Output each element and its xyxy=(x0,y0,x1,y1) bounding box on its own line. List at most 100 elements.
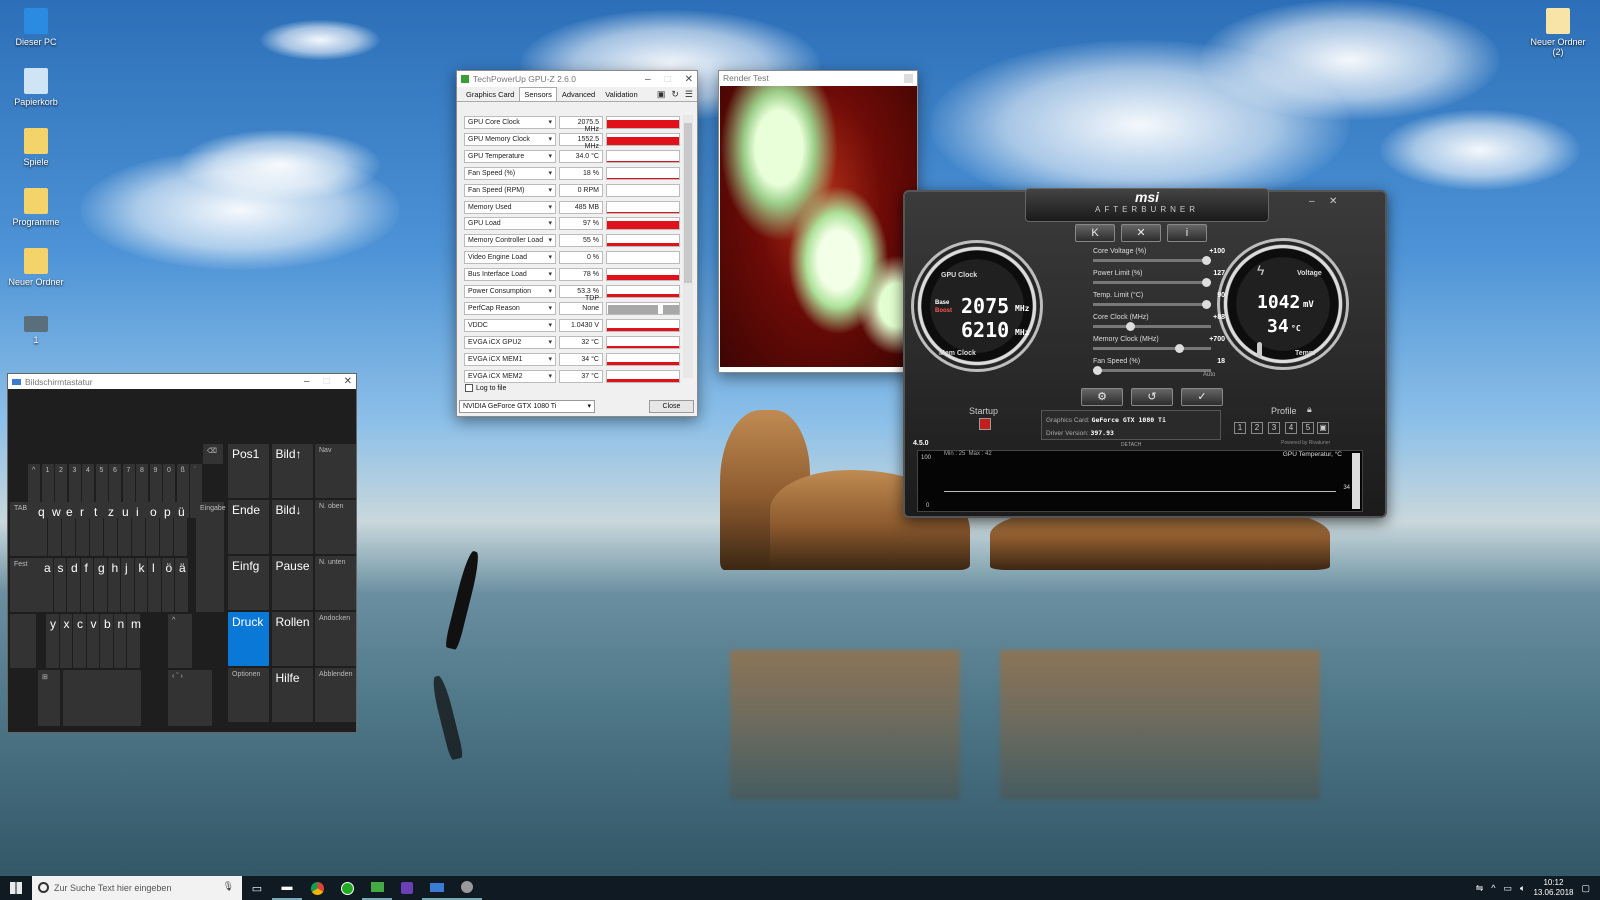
close-button[interactable]: Close xyxy=(649,400,694,413)
clock[interactable]: 10:12 13.06.2018 xyxy=(1533,878,1573,898)
notifications-icon[interactable]: ▢ xyxy=(1581,883,1590,894)
key-letter[interactable]: u xyxy=(118,502,131,556)
startup-button[interactable] xyxy=(979,418,991,430)
app-icon[interactable] xyxy=(392,876,422,900)
xbox-icon[interactable] xyxy=(332,876,362,900)
profile-button[interactable]: 3 xyxy=(1268,422,1280,434)
profile-button[interactable]: 4 xyxy=(1285,422,1297,434)
lock-icon[interactable]: 🔒︎ xyxy=(1307,404,1312,415)
key-letter[interactable]: ä xyxy=(175,558,188,612)
afterburner-taskbar-icon[interactable] xyxy=(452,876,482,900)
checkbox-box[interactable] xyxy=(465,384,473,392)
tab-key[interactable]: TAB xyxy=(10,502,34,556)
minimize-icon[interactable]: – xyxy=(304,376,310,387)
key-letter[interactable]: p xyxy=(160,502,173,556)
save-profile-button[interactable]: ▣ xyxy=(1317,422,1329,434)
key-letter[interactable]: ü xyxy=(174,502,187,556)
arrow-keys[interactable]: ‹ ˇ › xyxy=(168,670,212,726)
arrow-up-key[interactable]: ^ xyxy=(168,614,192,668)
battery-icon[interactable]: ▭ xyxy=(1504,883,1513,894)
reset-button[interactable]: ↺ xyxy=(1131,388,1173,406)
profile-button[interactable]: 2 xyxy=(1251,422,1263,434)
afterburner-header[interactable]: msi AFTERBURNER xyxy=(1025,188,1269,222)
enter-key[interactable]: Eingabe xyxy=(196,502,226,612)
minimize-icon[interactable]: – xyxy=(1309,196,1315,207)
key-letter[interactable]: s xyxy=(53,558,66,612)
close-icon[interactable]: ✕ xyxy=(685,74,693,85)
camera-icon[interactable]: ▣ xyxy=(657,89,666,100)
sensor-name[interactable]: GPU Core Clock xyxy=(464,116,556,129)
oc-scanner-button[interactable]: ✕ xyxy=(1121,224,1161,242)
nav-key[interactable]: Abblenden xyxy=(315,668,356,722)
sensor-name[interactable]: EVGA iCX MEM1 xyxy=(464,352,556,366)
desktop-icon-this-pc[interactable]: Dieser PC xyxy=(6,8,66,47)
info-button[interactable]: i xyxy=(1167,224,1207,242)
sensor-name[interactable]: Memory Used xyxy=(464,200,556,214)
keyboard-titlebar[interactable]: Bildschirmtastatur – □ ✕ xyxy=(8,374,356,389)
nav-key[interactable]: Druck xyxy=(228,612,269,666)
slider-track[interactable] xyxy=(1093,322,1211,331)
menu-icon[interactable]: ☰ xyxy=(685,89,693,100)
key-letter[interactable]: g xyxy=(94,558,107,612)
desktop-icon-games[interactable]: Spiele xyxy=(6,128,66,167)
key-letter[interactable]: n xyxy=(113,614,126,668)
nav-key[interactable]: Bild↓ xyxy=(271,500,313,554)
sensor-name[interactable]: EVGA iCX GPU2 xyxy=(464,335,556,349)
key-letter[interactable]: t xyxy=(90,502,103,556)
nav-key[interactable]: Nav xyxy=(315,444,356,498)
key-letter[interactable]: z xyxy=(104,502,117,556)
slider-knob[interactable] xyxy=(1202,256,1211,265)
desktop-icon-shortcut[interactable]: 1 xyxy=(6,316,66,345)
volume-icon[interactable]: 🔈︎ xyxy=(1520,883,1525,894)
slider-track[interactable] xyxy=(1093,300,1211,309)
key-letter[interactable]: a xyxy=(40,558,53,612)
k-boost-button[interactable]: K xyxy=(1075,224,1115,242)
close-icon[interactable]: ✕ xyxy=(344,376,352,387)
windows-start-icon[interactable] xyxy=(10,882,22,894)
nav-key[interactable]: N. oben xyxy=(315,500,356,554)
sensor-name[interactable]: VDDC xyxy=(464,318,556,332)
profile-button[interactable]: 1 xyxy=(1234,422,1246,434)
key-letter[interactable]: k xyxy=(134,558,147,612)
sensor-name[interactable]: Power Consumption xyxy=(464,285,556,298)
nav-key[interactable]: Ende xyxy=(228,500,269,554)
nav-key[interactable]: N. unten xyxy=(315,556,356,610)
backspace-key[interactable]: ⌫ xyxy=(203,444,223,464)
tab-validation[interactable]: Validation xyxy=(600,87,642,101)
slider-track[interactable] xyxy=(1093,278,1211,287)
close-icon[interactable] xyxy=(904,73,913,83)
key-letter[interactable]: h xyxy=(107,558,120,612)
task-view-icon[interactable]: ▭ xyxy=(242,876,272,900)
shift-key[interactable] xyxy=(10,614,36,668)
key-letter[interactable]: i xyxy=(132,502,145,556)
desktop-icon-recycle-bin[interactable]: Papierkorb xyxy=(6,68,66,107)
graph-scrollbar[interactable] xyxy=(1352,453,1360,509)
key-letter[interactable]: f xyxy=(80,558,93,612)
key-letter[interactable]: w xyxy=(48,502,61,556)
key-letter[interactable]: e xyxy=(62,502,75,556)
key-letter[interactable]: m xyxy=(127,614,141,668)
maximize-icon[interactable]: □ xyxy=(665,74,671,85)
sensor-name[interactable]: GPU Load xyxy=(464,217,556,231)
nav-key[interactable]: Hilfe xyxy=(271,668,313,722)
apply-button[interactable]: ✓ xyxy=(1181,388,1223,406)
desktop-icon-new-folder-2[interactable]: Neuer Ordner (2) xyxy=(1528,8,1588,57)
slider-knob[interactable] xyxy=(1125,322,1135,331)
sensor-name[interactable]: Fan Speed (RPM) xyxy=(464,183,556,197)
windows-key[interactable]: ⊞ xyxy=(38,670,60,726)
render-test-titlebar[interactable]: Render Test xyxy=(719,71,917,85)
sensor-name[interactable]: Video Engine Load xyxy=(464,251,556,265)
nav-key[interactable]: Rollen xyxy=(271,612,313,666)
close-icon[interactable]: ✕ xyxy=(1329,196,1337,207)
gpu-select[interactable]: NVIDIA GeForce GTX 1080 Ti ▾ xyxy=(459,400,595,413)
key-letter[interactable]: d xyxy=(67,558,80,612)
gpuz-taskbar-icon[interactable] xyxy=(362,876,392,900)
desktop-icon-programs[interactable]: Programme xyxy=(6,188,66,227)
maximize-icon[interactable]: □ xyxy=(324,376,330,387)
key-letter[interactable]: x xyxy=(59,614,72,668)
slider-track[interactable] xyxy=(1093,366,1211,375)
minimize-icon[interactable]: – xyxy=(645,74,651,85)
search-input[interactable]: Zur Suche Text hier eingeben xyxy=(54,883,171,893)
key-letter[interactable]: l xyxy=(148,558,161,612)
sensor-name[interactable]: GPU Memory Clock xyxy=(464,132,556,146)
